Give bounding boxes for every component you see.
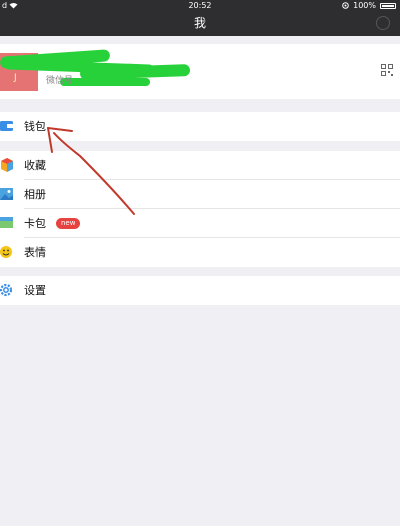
annotation-arrow <box>47 127 135 215</box>
